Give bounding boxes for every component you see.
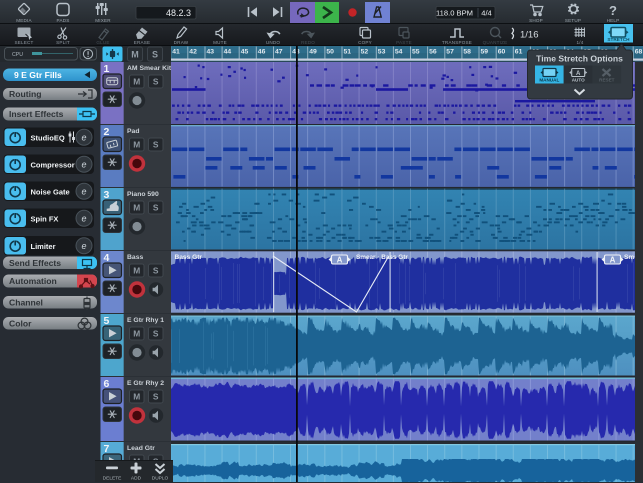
- svg-text:S: S: [153, 203, 159, 213]
- svg-text:Piano 590: Piano 590: [127, 191, 159, 198]
- svg-text:S: S: [153, 140, 159, 150]
- svg-text:E Gtr Rhy 2: E Gtr Rhy 2: [127, 380, 164, 387]
- svg-text:MANUAL: MANUAL: [539, 78, 559, 83]
- svg-text:DELETE: DELETE: [103, 475, 122, 481]
- svg-text:RESET: RESET: [599, 78, 615, 83]
- svg-text:4: 4: [104, 252, 110, 264]
- svg-text:Smear · Bass Gtr: Smear · Bass Gtr: [356, 254, 408, 261]
- svg-text:5: 5: [104, 315, 110, 327]
- svg-text:M: M: [133, 140, 140, 150]
- svg-text:3: 3: [104, 189, 110, 201]
- svg-text:Pad: Pad: [127, 128, 139, 135]
- svg-text:M: M: [133, 266, 140, 276]
- svg-text:S: S: [153, 392, 159, 402]
- svg-text:Bass Gtr: Bass Gtr: [175, 254, 203, 261]
- svg-text:ADD: ADD: [131, 475, 142, 481]
- svg-text:M: M: [133, 203, 140, 213]
- svg-text:Time Stretch Options: Time Stretch Options: [536, 54, 623, 64]
- svg-text:DUPLO: DUPLO: [152, 475, 169, 481]
- svg-text:A: A: [610, 256, 616, 265]
- svg-text:2: 2: [104, 126, 110, 138]
- svg-text:6: 6: [104, 378, 110, 390]
- svg-text:M: M: [133, 329, 140, 339]
- svg-text:E Gtr Rhy 1: E Gtr Rhy 1: [127, 317, 164, 324]
- svg-text:7: 7: [104, 443, 110, 455]
- svg-text:AUTO: AUTO: [572, 78, 585, 83]
- svg-text:S: S: [153, 329, 159, 339]
- svg-text:Lead Gtr: Lead Gtr: [127, 445, 155, 452]
- svg-text:Bass: Bass: [127, 254, 143, 261]
- svg-text:A: A: [337, 256, 343, 265]
- svg-text:S: S: [153, 266, 159, 276]
- svg-text:M: M: [133, 392, 140, 402]
- svg-text:A: A: [576, 71, 581, 77]
